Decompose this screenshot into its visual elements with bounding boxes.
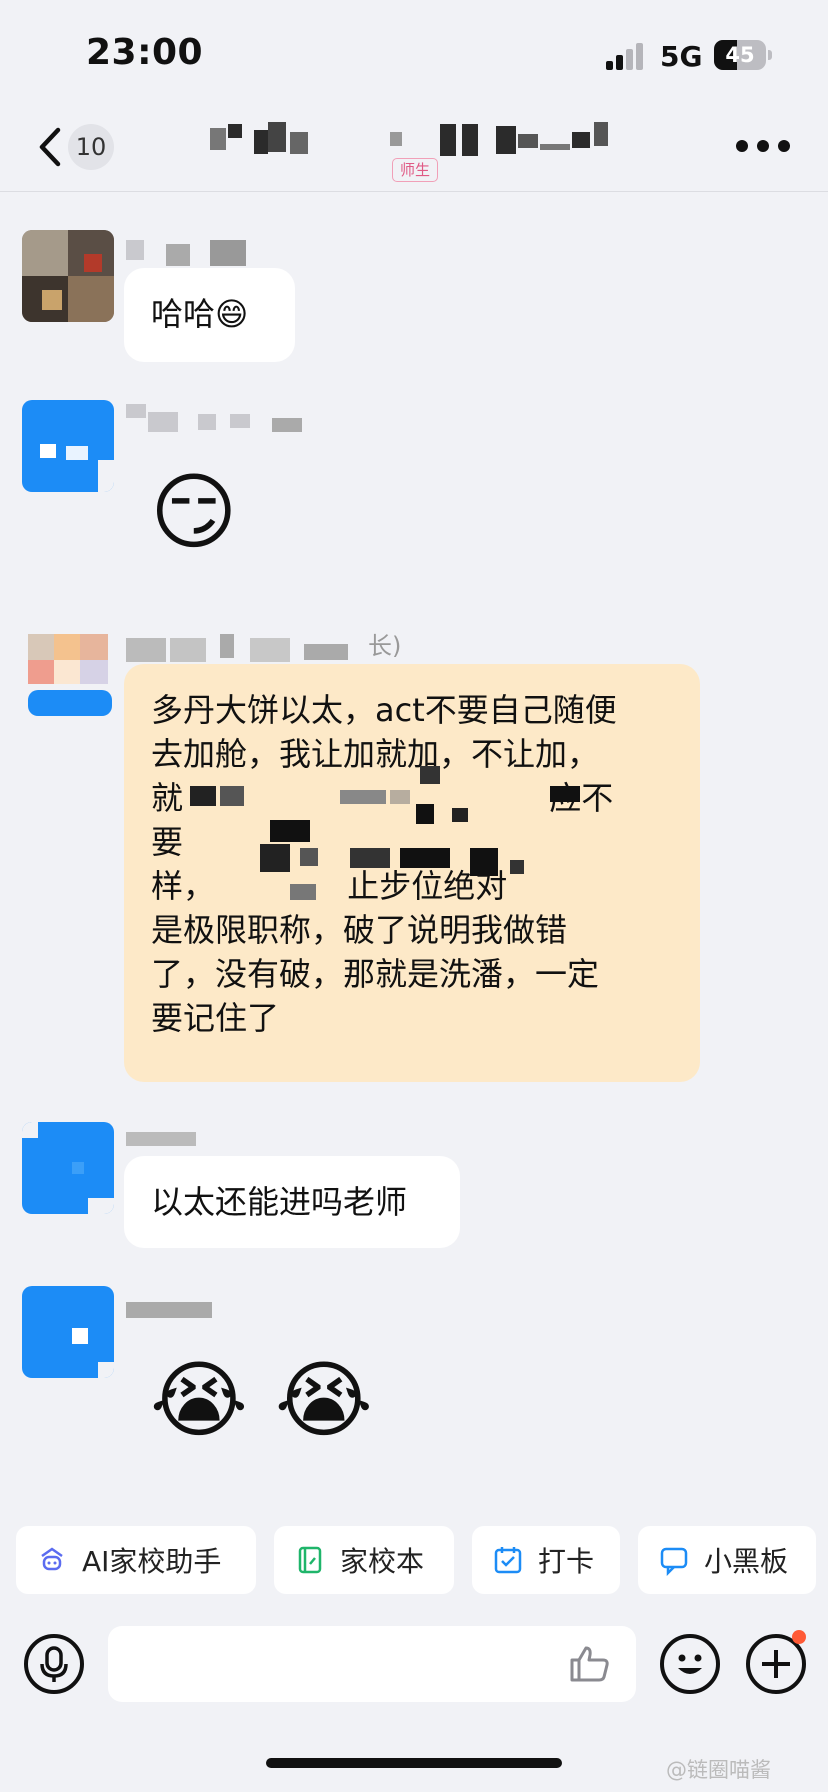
tool-blackboard[interactable]: 小黑板 <box>638 1526 816 1594</box>
emoji-picker-icon[interactable] <box>660 1634 720 1694</box>
avatar[interactable] <box>22 1122 114 1214</box>
tool-label: AI家校助手 <box>82 1545 222 1578</box>
thumbs-up-icon[interactable] <box>568 1644 612 1684</box>
role-tag: 师生 <box>392 158 438 182</box>
tool-homework-book[interactable]: 家校本 <box>274 1526 454 1594</box>
sender-name-redacted <box>126 1130 246 1158</box>
battery-percent: 45 <box>725 43 755 67</box>
emoji-message[interactable]: 😭 😭 <box>150 1350 373 1450</box>
avatar[interactable] <box>22 628 114 720</box>
message-input-row <box>0 1626 828 1702</box>
battery-icon: 45 <box>714 40 772 70</box>
sender-name-redacted <box>126 240 266 268</box>
more-options-icon[interactable] <box>736 140 790 154</box>
network-label: 5G <box>660 40 703 73</box>
redaction-mosaic <box>190 760 610 900</box>
message-bubble[interactable]: 哈哈😄 <box>124 268 295 362</box>
tool-label: 打卡 <box>538 1545 595 1578</box>
chat-title-redacted <box>210 122 630 162</box>
tool-check-in[interactable]: 打卡 <box>472 1526 620 1594</box>
status-bar: 23:00 5G 45 <box>0 0 828 100</box>
tool-label: 家校本 <box>340 1545 425 1578</box>
sender-name-redacted <box>126 634 396 662</box>
sender-title-suffix: 长) <box>368 632 402 660</box>
avatar[interactable] <box>22 230 114 322</box>
home-indicator[interactable] <box>266 1758 562 1768</box>
avatar[interactable] <box>22 1286 114 1378</box>
back-icon[interactable] <box>34 124 68 170</box>
watermark: @链圈喵酱 <box>666 1758 771 1782</box>
emoji-message[interactable]: 😏 <box>150 462 238 562</box>
calendar-check-icon <box>494 1547 522 1574</box>
quick-tool-bar: AI家校助手 家校本 打卡 小黑板 <box>0 1526 828 1596</box>
signal-icon <box>606 42 646 70</box>
microphone-icon[interactable] <box>24 1634 84 1694</box>
notebook-icon <box>298 1546 322 1574</box>
message-bubble[interactable]: 以太还能进吗老师 <box>124 1156 460 1248</box>
tool-label: 小黑板 <box>704 1545 789 1578</box>
status-time: 23:00 <box>86 32 204 73</box>
unread-count-badge[interactable]: 10 <box>68 124 114 170</box>
chat-header: 10 师生 <box>0 100 828 192</box>
sender-name-redacted <box>126 404 306 432</box>
chat-board-icon <box>660 1547 688 1576</box>
robot-icon <box>41 1547 63 1571</box>
tool-ai-assistant[interactable]: AI家校助手 <box>16 1526 256 1594</box>
notification-dot <box>792 1630 806 1644</box>
avatar[interactable] <box>22 400 114 492</box>
message-input[interactable] <box>108 1626 636 1702</box>
sender-name-redacted <box>126 1300 246 1328</box>
